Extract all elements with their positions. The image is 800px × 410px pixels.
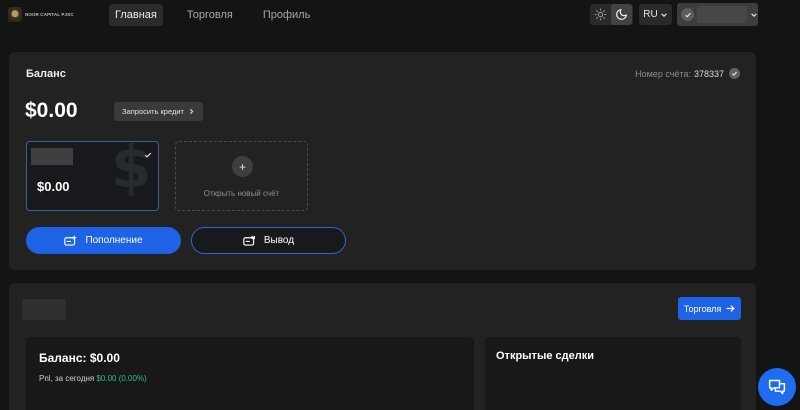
support-chat-button[interactable] (758, 368, 796, 406)
chevron-down-icon (660, 12, 667, 17)
pnl-today: Pnl, за сегодня $0.00 (0.00%) (39, 374, 147, 383)
chevron-down-icon (750, 11, 758, 19)
account-name-redacted (697, 6, 747, 23)
check-icon (144, 146, 152, 164)
main-nav: Главная Торговля Профиль (109, 4, 316, 26)
open-new-account-tile[interactable]: + Открыть новый счёт (175, 141, 308, 211)
request-credit-label: Запросить кредит (122, 107, 184, 116)
request-credit-button[interactable]: Запросить кредит (114, 102, 203, 121)
language-select[interactable]: RU (639, 4, 672, 25)
language-value: RU (643, 9, 658, 20)
deposit-button[interactable]: Пополнение (26, 227, 181, 254)
check-circle-icon (729, 68, 740, 79)
balance-amount: $0.00 (25, 99, 78, 122)
account-tile-name-redacted (31, 148, 73, 165)
trading-overview-card: Торговля Баланс: $0.00 Pnl, за сегодня $… (9, 283, 756, 410)
dark-theme-button[interactable] (611, 4, 632, 25)
account-tile-amount: $0.00 (37, 179, 70, 194)
logo-emblem-icon (8, 7, 22, 22)
open-trades-panel: Открытые сделки (485, 337, 741, 410)
arrow-right-icon (726, 305, 736, 312)
plus-icon: + (232, 156, 253, 177)
open-trades-title: Открытые сделки (496, 350, 594, 362)
nav-tab-trading[interactable]: Торговля (181, 4, 239, 26)
summary-balance: Баланс: $0.00 (39, 351, 120, 365)
withdraw-icon (243, 235, 255, 246)
moon-icon (616, 9, 627, 20)
balance-title: Баланс (26, 68, 66, 80)
chat-bubble-icon (768, 379, 786, 395)
theme-toggle (590, 4, 633, 25)
verified-icon (681, 8, 694, 21)
balance-summary-panel: Баланс: $0.00 Pnl, за сегодня $0.00 (0.0… (26, 337, 474, 410)
nav-tab-profile[interactable]: Профиль (257, 4, 317, 26)
nav-tab-home[interactable]: Главная (109, 4, 163, 26)
section-title-redacted (22, 299, 66, 320)
pnl-label: Pnl, за сегодня (39, 374, 95, 383)
account-tile-selected[interactable]: $ $0.00 (26, 141, 159, 211)
withdraw-button[interactable]: Вывод (191, 227, 346, 254)
account-number-label: Номер счёта: (635, 68, 691, 79)
balance-card: Баланс Номер счёта: 378337 $0.00 Запроси… (9, 52, 756, 270)
account-number-value: 378337 (693, 68, 724, 79)
open-new-account-label: Открыть новый счёт (203, 189, 280, 198)
logo[interactable]: NOOR CAPITAL PJSC (8, 7, 74, 22)
sun-icon (594, 8, 607, 21)
top-bar: NOOR CAPITAL PJSC Главная Торговля Профи… (0, 0, 800, 30)
light-theme-button[interactable] (590, 4, 611, 25)
pnl-value: $0.00 (0.00%) (96, 374, 147, 383)
account-select[interactable] (677, 3, 758, 26)
logo-text: NOOR CAPITAL PJSC (25, 12, 74, 17)
deposit-icon (64, 235, 77, 246)
withdraw-label: Вывод (263, 235, 295, 246)
account-number: Номер счёта: 378337 (635, 68, 740, 79)
trading-button-label: Торговля (683, 303, 722, 314)
trading-button[interactable]: Торговля (678, 297, 741, 320)
chevron-right-icon (190, 109, 194, 114)
deposit-label: Пополнение (85, 235, 143, 246)
